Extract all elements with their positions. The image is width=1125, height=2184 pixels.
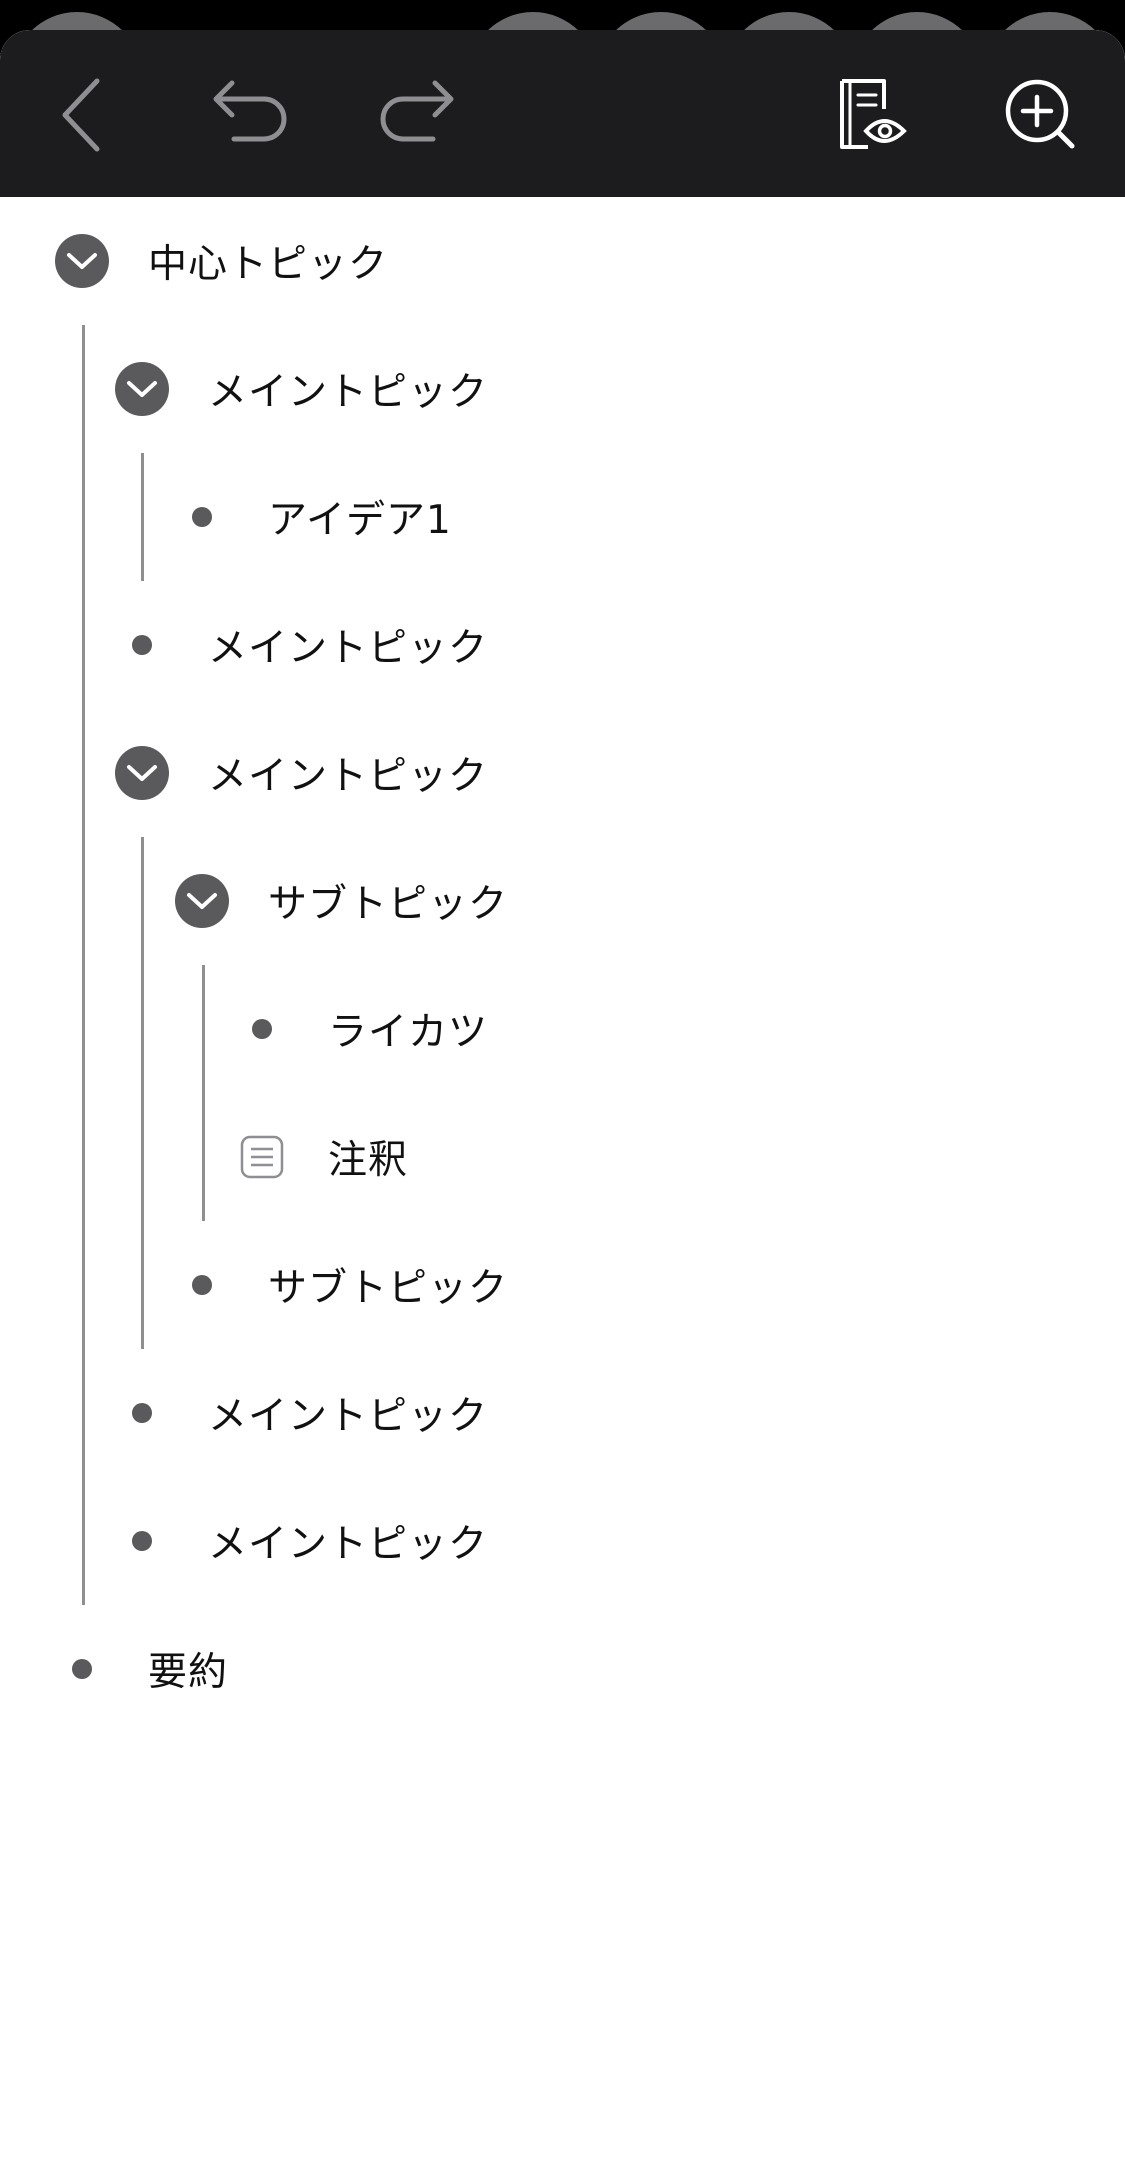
outline-row[interactable]: 注釈 [0,1093,1125,1221]
bullet-dot-icon [132,635,152,655]
outline-row[interactable]: メイントピック [0,325,1125,453]
collapse-toggle[interactable] [175,874,229,928]
add-topic-button[interactable] [996,70,1086,160]
topic-label[interactable]: メイントピック [208,361,488,417]
collapse-toggle[interactable] [115,746,169,800]
redo-button[interactable] [372,70,462,160]
topic-label[interactable]: メイントピック [208,617,488,673]
undo-arrow-icon [213,80,287,142]
plus-magnifier-icon [1005,79,1075,149]
chevron-left-icon [62,78,100,152]
top-toolbar [0,30,1125,197]
outline-sheet: 中心トピック メイントピック アイデア1 メイントピック メイントピック サブト… [0,30,1125,2184]
note-icon[interactable] [240,1135,284,1179]
note-label[interactable]: 注釈 [328,1129,408,1185]
back-button[interactable] [40,70,130,160]
chevron-down-icon [127,381,157,397]
topic-label[interactable]: サブトピック [268,873,508,929]
chevron-down-icon [127,765,157,781]
topic-label[interactable]: サブトピック [268,1257,508,1313]
bullet-dot-icon [252,1019,272,1039]
chevron-down-icon [187,893,217,909]
bullet-dot-icon [192,507,212,527]
outline-row[interactable]: アイデア1 [0,453,1125,581]
chevron-down-icon [67,253,97,269]
collapse-toggle[interactable] [115,362,169,416]
outline-row[interactable]: メイントピック [0,1477,1125,1605]
outline-row[interactable]: ライカツ [0,965,1125,1093]
outline-row[interactable]: 要約 [0,1605,1125,1733]
topic-label[interactable]: ライカツ [328,1001,488,1057]
topic-label[interactable]: 中心トピック [148,233,388,289]
bullet-dot-icon [192,1275,212,1295]
bullet-dot-icon [72,1659,92,1679]
topic-label[interactable]: メイントピック [208,745,488,801]
outline-row[interactable]: メイントピック [0,709,1125,837]
outline-row[interactable]: サブトピック [0,837,1125,965]
summary-label[interactable]: 要約 [148,1641,228,1697]
undo-button[interactable] [205,70,295,160]
preview-button[interactable] [827,70,917,160]
outline-row[interactable]: 中心トピック [0,197,1125,325]
topic-label[interactable]: アイデア1 [268,489,452,545]
outline-row[interactable]: サブトピック [0,1221,1125,1349]
topic-label[interactable]: メイントピック [208,1385,488,1441]
collapse-toggle[interactable] [55,234,109,288]
topic-label[interactable]: メイントピック [208,1513,488,1569]
document-eye-icon [840,79,907,149]
outline-tree: 中心トピック メイントピック アイデア1 メイントピック メイントピック サブト… [0,197,1125,2184]
redo-arrow-icon [380,80,454,142]
bullet-dot-icon [132,1531,152,1551]
outline-row[interactable]: メイントピック [0,581,1125,709]
outline-row[interactable]: メイントピック [0,1349,1125,1477]
bullet-dot-icon [132,1403,152,1423]
